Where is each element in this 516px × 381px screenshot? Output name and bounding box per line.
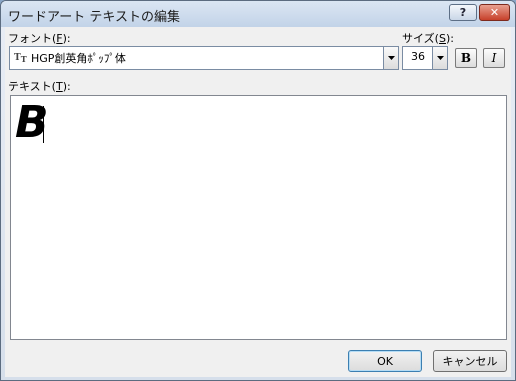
text-input-area[interactable]: B [10,95,507,340]
size-value: 36 [411,50,425,63]
size-dropdown-button[interactable] [432,47,447,69]
title-bar[interactable]: ワードアート テキストの編集 ? ✕ [1,1,515,27]
cancel-button[interactable]: キャンセル [433,350,507,372]
font-combobox[interactable]: TT HGP創英角ﾎﾟｯﾌﾟ体 [9,46,399,70]
window-title: ワードアート テキストの編集 [8,10,180,25]
text-label: テキスト(T): [8,80,71,93]
truetype-font-icon: TT [14,53,27,64]
size-label: サイズ(S): [402,32,454,45]
ok-label: OK [377,354,393,368]
font-value: HGP創英角ﾎﾟｯﾌﾟ体 [31,52,126,65]
close-button[interactable]: ✕ [479,4,510,21]
cancel-label: キャンセル [442,355,498,368]
font-label: フォント(F): [8,32,71,45]
text-cursor [43,106,44,143]
bold-button[interactable]: B [455,48,477,68]
ok-button[interactable]: OK [348,350,422,372]
bold-icon: B [460,51,472,65]
dialog-content: フォント(F): TT HGP創英角ﾎﾟｯﾌﾟ体 サイズ(S): 36 B I … [5,27,511,377]
italic-icon: I [491,51,497,65]
size-combobox[interactable]: 36 [402,46,448,70]
close-icon: ✕ [489,6,500,19]
wordart-edit-dialog: ワードアート テキストの編集 ? ✕ フォント(F): TT HGP創英角ﾎﾟｯ… [0,0,516,381]
help-button[interactable]: ? [449,4,477,21]
font-dropdown-button[interactable] [383,47,398,69]
dropdown-arrow-icon [387,56,395,60]
italic-button[interactable]: I [483,48,505,68]
dropdown-arrow-icon [436,56,444,60]
help-icon: ? [459,6,467,19]
